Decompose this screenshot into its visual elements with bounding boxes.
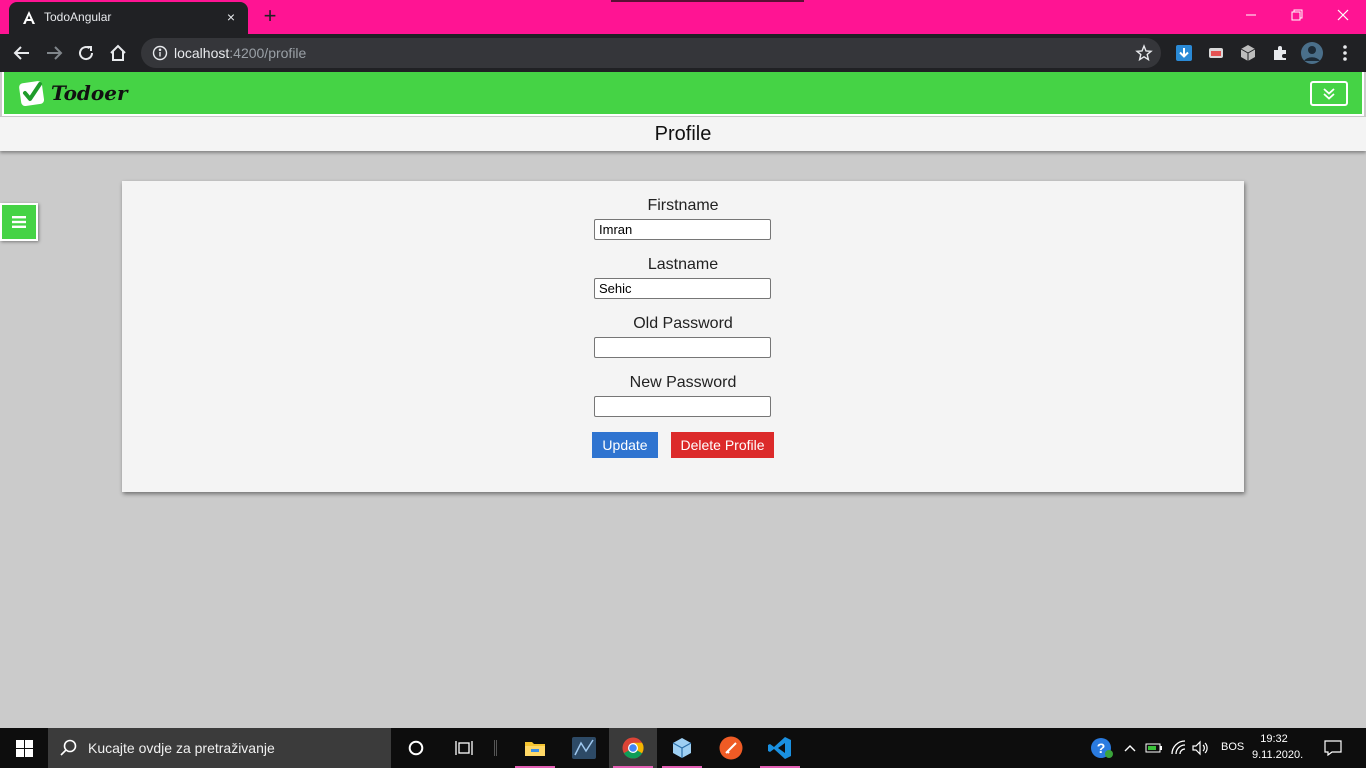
- tab-close-icon[interactable]: ×: [222, 8, 240, 26]
- database-tool-icon: [572, 737, 596, 759]
- clock-date: 9.11.2020.: [1252, 749, 1304, 761]
- show-hidden-icons-chevron-icon[interactable]: [1120, 738, 1140, 758]
- old-password-label: Old Password: [633, 315, 733, 332]
- home-button[interactable]: [105, 40, 131, 66]
- download-extension-icon[interactable]: [1174, 43, 1194, 63]
- home-icon: [110, 44, 126, 61]
- volume-icon[interactable]: [1191, 738, 1211, 758]
- search-icon: [60, 739, 77, 756]
- tab-title: TodoAngular: [44, 10, 112, 24]
- svg-text:?: ?: [1097, 740, 1106, 756]
- postman-icon: [719, 736, 743, 760]
- postman-button[interactable]: [707, 728, 755, 768]
- page-title: Profile: [654, 123, 712, 145]
- browser-toolbar: localhost:4200/profile: [0, 34, 1366, 72]
- profile-card: Firstname Lastname Old Password New Pass…: [122, 181, 1244, 492]
- taskbar-clock[interactable]: 19:32 9.11.2020.: [1252, 731, 1304, 763]
- old-password-input[interactable]: [594, 337, 771, 358]
- chrome-taskbar-button[interactable]: [609, 728, 657, 768]
- brand-name: Todoer: [51, 81, 128, 105]
- minimize-button[interactable]: [1228, 0, 1274, 30]
- restore-button[interactable]: [1274, 0, 1320, 30]
- info-icon[interactable]: [152, 45, 168, 61]
- close-window-button[interactable]: [1320, 0, 1366, 30]
- firstname-group: Firstname: [122, 196, 1244, 240]
- angular-icon: [23, 11, 35, 24]
- chrome-icon: [622, 737, 644, 759]
- task-view-button[interactable]: [440, 728, 488, 768]
- new-tab-button[interactable]: +: [259, 5, 281, 27]
- address-bar[interactable]: localhost:4200/profile: [141, 38, 1161, 68]
- double-chevron-down-icon: [1323, 87, 1335, 100]
- notifications-icon[interactable]: [1323, 738, 1343, 758]
- url-host: localhost: [174, 45, 230, 61]
- forward-button[interactable]: [41, 40, 67, 66]
- old-password-group: Old Password: [122, 314, 1244, 358]
- minimize-icon: [1246, 14, 1256, 16]
- taskbar-search-box[interactable]: Kucajte ovdje za pretraživanje: [48, 728, 391, 768]
- reload-icon: [79, 46, 94, 61]
- windows-taskbar: Kucajte ovdje za pretraživanje ? BOS 19:…: [0, 728, 1366, 768]
- back-button[interactable]: [9, 40, 35, 66]
- profile-avatar-icon[interactable]: [1301, 42, 1323, 64]
- chrome-menu-icon[interactable]: [1335, 43, 1355, 63]
- vscode-icon: [768, 737, 791, 759]
- cortana-circle-icon: [408, 740, 424, 756]
- taskbar-divider: [494, 740, 497, 756]
- wifi-icon[interactable]: [1169, 738, 1189, 758]
- new-password-input[interactable]: [594, 396, 771, 417]
- url-path: :4200/profile: [229, 45, 307, 61]
- new-password-label: New Password: [629, 374, 737, 391]
- file-explorer-button[interactable]: [511, 728, 559, 768]
- cube-extension-icon[interactable]: [1238, 43, 1258, 63]
- windows-logo-icon: [15, 739, 33, 757]
- url-text[interactable]: localhost:4200/profile: [174, 45, 306, 61]
- lastname-label: Lastname: [647, 256, 719, 273]
- delete-profile-button[interactable]: Delete Profile: [671, 432, 774, 458]
- task-view-icon: [455, 741, 473, 755]
- titlebar-marker: [611, 0, 804, 2]
- screenshot-extension-icon[interactable]: [1206, 43, 1226, 63]
- firstname-label: Firstname: [647, 197, 719, 214]
- arrow-left-icon: [13, 46, 29, 60]
- reload-button[interactable]: [73, 40, 99, 66]
- virtualbox-button[interactable]: [658, 728, 706, 768]
- battery-icon[interactable]: [1144, 738, 1164, 758]
- check-logo-icon: [19, 81, 45, 107]
- help-tray-icon[interactable]: ?: [1090, 736, 1114, 760]
- vscode-button[interactable]: [756, 728, 804, 768]
- input-language[interactable]: BOS: [1221, 741, 1244, 753]
- app-logo[interactable]: Todoer: [17, 77, 128, 109]
- update-button[interactable]: Update: [592, 432, 658, 458]
- app-navbar: Todoer: [2, 72, 1364, 116]
- start-button[interactable]: [0, 728, 48, 768]
- bookmark-star-icon[interactable]: [1135, 44, 1153, 62]
- clock-time: 19:32: [1260, 733, 1288, 745]
- lastname-input[interactable]: [594, 278, 771, 299]
- browser-titlebar: TodoAngular × +: [0, 0, 1366, 34]
- restore-icon: [1291, 9, 1303, 21]
- close-window-icon: [1337, 9, 1349, 21]
- sql-app-button[interactable]: [560, 728, 608, 768]
- extensions-puzzle-icon[interactable]: [1270, 43, 1290, 63]
- firstname-input[interactable]: [594, 219, 771, 240]
- navbar-toggle-button[interactable]: [1310, 81, 1348, 106]
- cortana-button[interactable]: [392, 728, 440, 768]
- hamburger-icon: [12, 216, 26, 228]
- page-header: Profile: [0, 117, 1366, 151]
- folder-icon: [525, 742, 545, 756]
- search-placeholder: Kucajte ovdje za pretraživanje: [88, 740, 275, 756]
- browser-tab[interactable]: TodoAngular ×: [9, 2, 248, 34]
- page-edge: [2, 72, 4, 116]
- new-password-group: New Password: [122, 373, 1244, 417]
- cube-app-icon: [672, 738, 692, 758]
- lastname-group: Lastname: [122, 255, 1244, 299]
- arrow-right-icon: [47, 46, 63, 60]
- sidebar-toggle-button[interactable]: [0, 203, 38, 241]
